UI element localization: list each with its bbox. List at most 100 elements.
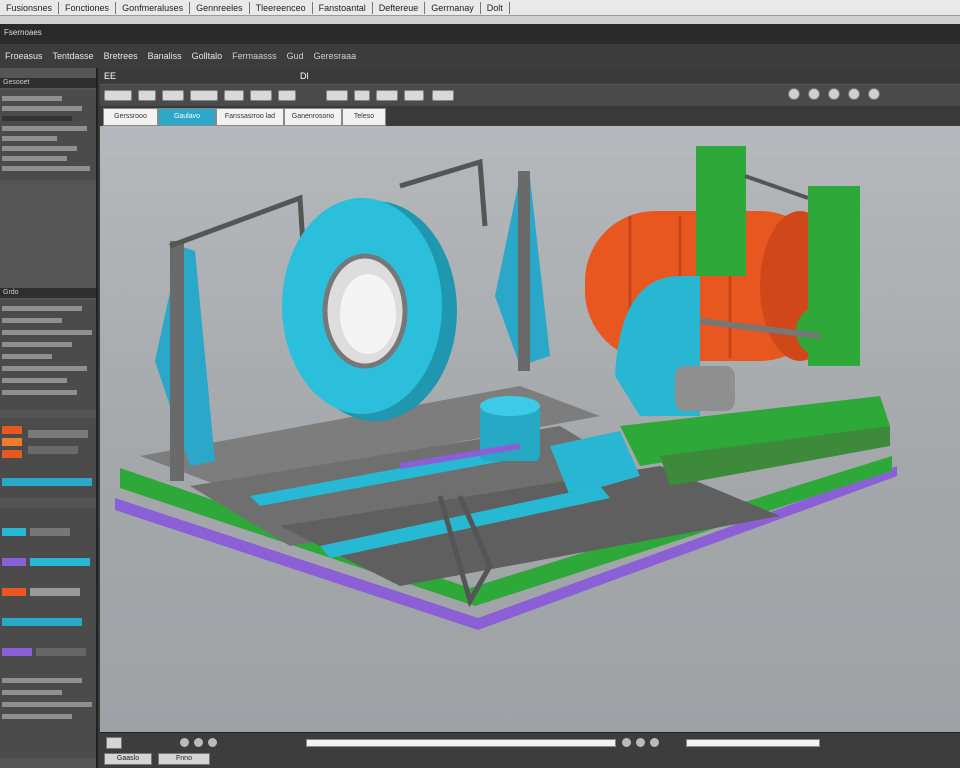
green-upright: [808, 186, 860, 366]
swatch-cyan[interactable]: [30, 558, 90, 566]
tool-button[interactable]: [376, 90, 398, 101]
tool-button[interactable]: [224, 90, 244, 101]
status-icon[interactable]: [636, 738, 645, 747]
menu-item-4[interactable]: Tleereenceo: [250, 1, 313, 14]
zoom-icon[interactable]: [828, 88, 840, 100]
swatch-orange[interactable]: [2, 588, 26, 596]
panel-header-2: Grdo: [0, 288, 96, 298]
menu-item-2[interactable]: Gonfmeraluses: [116, 1, 191, 14]
orbit-icon[interactable]: [788, 88, 800, 100]
cylinder-top: [480, 396, 540, 416]
property-row[interactable]: [2, 146, 77, 151]
viewport-tab-1[interactable]: Gaulavo: [158, 108, 216, 126]
swatch-cyan[interactable]: [2, 618, 82, 626]
status-icon[interactable]: [650, 738, 659, 747]
tool-button[interactable]: [162, 90, 184, 101]
view-cube-icon[interactable]: [868, 88, 880, 100]
swatch-purple[interactable]: [2, 558, 26, 566]
property-row[interactable]: [2, 166, 90, 171]
ribbon-subtab-1[interactable]: Gud: [282, 51, 309, 61]
menu-item-6[interactable]: Deftereue: [373, 1, 426, 14]
motor: [675, 366, 735, 411]
upright-brace: [744, 174, 809, 200]
pan-icon[interactable]: [808, 88, 820, 100]
menu-item-7[interactable]: Gerrnanay: [425, 1, 481, 14]
property-row[interactable]: [2, 96, 62, 101]
panel-section-2: [0, 300, 96, 410]
swatch-orange[interactable]: [2, 450, 22, 458]
property-row[interactable]: [2, 366, 87, 371]
swatch-gray[interactable]: [30, 588, 80, 596]
color-swatches: [0, 418, 96, 498]
window-title: Fsernoaes: [4, 28, 42, 37]
property-row[interactable]: [2, 136, 57, 141]
viewport-tab-0[interactable]: Gerssrooo: [103, 108, 158, 126]
tool-button[interactable]: [326, 90, 348, 101]
swatch-cyan[interactable]: [2, 478, 92, 486]
ribbon-tab-1[interactable]: Tentdasse: [48, 51, 99, 61]
viewport-tab-2[interactable]: Fanssasrroo lad: [216, 108, 284, 126]
property-row[interactable]: [2, 330, 92, 335]
property-row[interactable]: [2, 714, 72, 719]
swatch-gray[interactable]: [30, 528, 70, 536]
3d-viewport[interactable]: [100, 126, 960, 732]
status-button-1[interactable]: Gaaslo: [104, 753, 152, 765]
property-row[interactable]: [2, 318, 62, 323]
menu-bar: Fusionsnes Fonctiones Gonfmeraluses Genn…: [0, 0, 960, 16]
swatch-orange[interactable]: [2, 426, 22, 434]
status-icon[interactable]: [194, 738, 203, 747]
property-row[interactable]: [2, 126, 87, 131]
property-row[interactable]: [2, 106, 82, 111]
tool-button[interactable]: [190, 90, 218, 101]
ribbon-subtab-0[interactable]: Fermaasss: [227, 51, 282, 61]
swatch-orange[interactable]: [2, 438, 22, 446]
property-row[interactable]: [2, 678, 82, 683]
fit-view-icon[interactable]: [848, 88, 860, 100]
swatch-gray[interactable]: [36, 648, 86, 656]
ribbon-tab-0[interactable]: Froeasus: [0, 51, 48, 61]
menu-item-8[interactable]: Dolt: [481, 1, 510, 14]
title-bar: Fsernoaes: [0, 24, 960, 44]
tool-button[interactable]: [104, 90, 132, 101]
left-post: [170, 241, 184, 481]
machine-assembly-model: [115, 146, 897, 630]
property-row[interactable]: [2, 702, 92, 707]
property-row[interactable]: [2, 342, 72, 347]
swatch-purple[interactable]: [2, 648, 32, 656]
viewport-tab-4[interactable]: Teleso: [342, 108, 386, 126]
viewport-tab-3[interactable]: Ganenrosono: [284, 108, 342, 126]
status-icon[interactable]: [208, 738, 217, 747]
swatch-gray[interactable]: [28, 446, 78, 454]
ribbon-tab-4[interactable]: Golltalo: [187, 51, 228, 61]
menu-item-1[interactable]: Fonctiones: [59, 1, 117, 14]
status-icon[interactable]: [622, 738, 631, 747]
property-row[interactable]: [2, 354, 52, 359]
property-row[interactable]: [2, 306, 82, 311]
swatch-gray[interactable]: [28, 430, 88, 438]
menu-item-5[interactable]: Fanstoantal: [313, 1, 373, 14]
tool-button[interactable]: [354, 90, 370, 101]
menu-item-3[interactable]: Gennreeles: [190, 1, 250, 14]
ribbon-tab-2[interactable]: Bretrees: [99, 51, 143, 61]
swatch-cyan[interactable]: [2, 528, 26, 536]
property-row[interactable]: [2, 116, 72, 121]
view-controls: [788, 88, 880, 100]
menu-item-0[interactable]: Fusionsnes: [0, 1, 60, 14]
ribbon-subtab-2[interactable]: Geresraaa: [309, 51, 362, 61]
status-button[interactable]: [106, 737, 122, 749]
tool-button[interactable]: [278, 90, 296, 101]
timeline-track[interactable]: [306, 739, 616, 747]
tool-button[interactable]: [250, 90, 272, 101]
property-row[interactable]: [2, 390, 77, 395]
ribbon-tab-3[interactable]: Banaliss: [143, 51, 187, 61]
panel-header-1: Gesooet: [0, 78, 96, 88]
tool-button[interactable]: [138, 90, 156, 101]
tool-button[interactable]: [404, 90, 424, 101]
property-row[interactable]: [2, 156, 67, 161]
status-button-2[interactable]: Fnno: [158, 753, 210, 765]
property-row[interactable]: [2, 690, 62, 695]
tool-button[interactable]: [432, 90, 454, 101]
status-icon[interactable]: [180, 738, 189, 747]
property-row[interactable]: [2, 378, 67, 383]
secondary-track[interactable]: [686, 739, 820, 747]
